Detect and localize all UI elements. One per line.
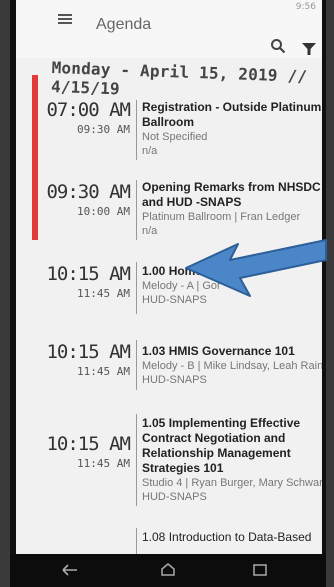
session-time: 10:15 AM 11:45 AM xyxy=(42,263,131,300)
session-title: Opening Remarks from NHSDC and HUD -SNAP… xyxy=(142,180,321,209)
day-header: Monday - April 15, 2019 // 4/15/19 xyxy=(50,58,308,99)
back-icon[interactable] xyxy=(60,562,80,578)
session-divider xyxy=(136,100,137,160)
session-room: Not Specified xyxy=(142,131,208,143)
app-bar: Agenda 9:56 xyxy=(16,0,322,58)
home-icon[interactable] xyxy=(158,562,178,578)
session-room: Melody - B | Mike Lindsay, Leah Rainey xyxy=(142,360,322,372)
session-track: n/a xyxy=(142,225,158,237)
session-start-time: 07:00 AM xyxy=(46,99,131,121)
session-title: 1.08 Introduction to Data-Based xyxy=(142,530,312,544)
session-time: 09:30 AM 10:00 AM xyxy=(42,181,131,218)
annotation-arrow xyxy=(185,239,327,297)
session-track: n/a xyxy=(142,145,158,157)
session-time: 10:15 AM 11:45 AM xyxy=(42,433,131,470)
session-divider xyxy=(136,262,137,314)
session-end-time: 11:45 AM xyxy=(77,287,130,300)
current-session-indicator xyxy=(32,75,38,240)
session-end-time: 10:00 AM xyxy=(77,205,130,218)
session-row[interactable]: 10:15 AM 11:45 AM 1.05 Implementing Effe… xyxy=(42,414,322,510)
session-track: HUD-SNAPS xyxy=(142,491,207,503)
recents-icon[interactable] xyxy=(250,562,270,578)
search-icon[interactable] xyxy=(270,38,286,54)
session-title: Registration - Outside Platinum Ballroom xyxy=(142,100,322,129)
session-start-time: 09:30 AM xyxy=(46,181,131,203)
session-title: 1.05 Implementing Effective Contract Neg… xyxy=(142,416,301,475)
session-room: Studio 4 | Ryan Burger, Mary Schwartz xyxy=(142,477,322,489)
hamburger-menu-icon[interactable] xyxy=(58,14,72,24)
session-end-time: 09:30 AM xyxy=(77,123,130,136)
session-row[interactable]: 10:15 AM 11:45 AM 1.03 HMIS Governance 1… xyxy=(42,340,322,404)
session-details: 1.03 HMIS Governance 101 Melody - B | Mi… xyxy=(142,344,322,387)
page-title: Agenda xyxy=(96,16,152,33)
filter-icon[interactable] xyxy=(302,42,316,56)
session-divider xyxy=(136,528,137,554)
session-details: Registration - Outside Platinum Ballroom… xyxy=(142,100,322,158)
session-start-time: 10:15 AM xyxy=(46,263,131,285)
session-end-time: 11:45 AM xyxy=(77,365,130,378)
session-divider xyxy=(136,414,137,506)
session-divider xyxy=(136,340,137,390)
status-time: 9:56 xyxy=(295,2,316,12)
session-details: 1.08 Introduction to Data-Based xyxy=(142,530,322,545)
session-details: Opening Remarks from NHSDC and HUD -SNAP… xyxy=(142,180,322,238)
session-row[interactable]: 1.08 Introduction to Data-Based xyxy=(42,528,322,554)
android-nav-bar xyxy=(10,554,326,587)
session-end-time: 11:45 AM xyxy=(77,457,130,470)
session-row[interactable]: 09:30 AM 10:00 AM Opening Remarks from N… xyxy=(42,180,322,244)
session-room: Platinum Ballroom | Fran Ledger xyxy=(142,211,301,223)
session-start-time: 10:15 AM xyxy=(46,341,131,363)
session-start-time: 10:15 AM xyxy=(46,433,131,455)
session-time: 07:00 AM 09:30 AM xyxy=(42,99,131,136)
session-divider xyxy=(136,180,137,240)
session-details: 1.05 Implementing Effective Contract Neg… xyxy=(142,416,322,504)
session-time: 10:15 AM 11:45 AM xyxy=(42,341,131,378)
session-row[interactable]: 07:00 AM 09:30 AM Registration - Outside… xyxy=(42,100,322,164)
session-track: HUD-SNAPS xyxy=(142,374,207,386)
session-title: 1.03 HMIS Governance 101 xyxy=(142,344,295,358)
